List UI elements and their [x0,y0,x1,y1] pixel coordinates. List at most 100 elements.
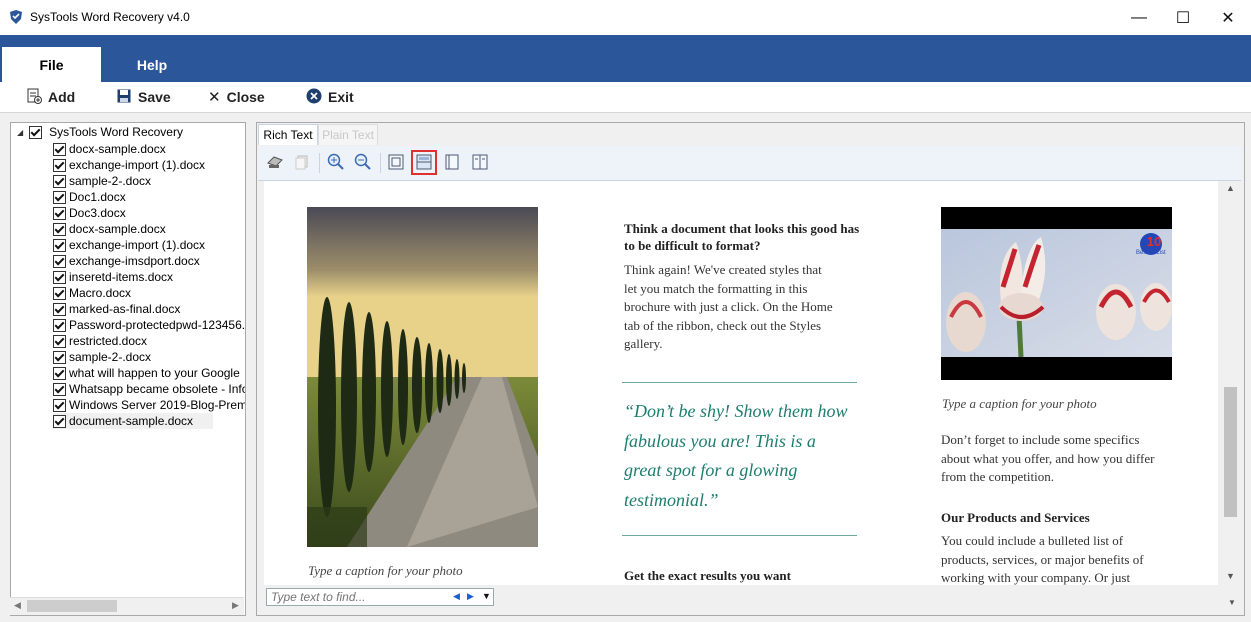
tab-help[interactable]: Help [110,47,194,82]
tab-file[interactable]: File [2,47,101,82]
find-next-icon[interactable]: ▶ [467,591,474,602]
close-window-button[interactable]: ✕ [1205,0,1251,35]
checkbox[interactable] [53,270,66,284]
checkbox[interactable] [53,254,66,268]
checkbox[interactable] [53,302,66,316]
horizontal-scrollbar[interactable]: ◀ ▶ [10,597,244,615]
checkbox[interactable] [53,366,66,380]
tree-item[interactable]: inseretd-items.docx [53,269,173,285]
tree-item[interactable]: what will happen to your Google [53,365,240,381]
checkbox[interactable] [53,318,66,332]
tree-item[interactable]: exchange-import (1).docx [53,157,205,173]
find-options-dropdown-icon[interactable]: ▼ [482,591,491,601]
tree-item-label: Doc1.docx [69,190,126,204]
checkbox[interactable] [53,382,66,396]
checkbox[interactable] [29,125,43,139]
copy-icon[interactable] [292,152,312,172]
checkbox[interactable] [53,398,66,412]
tab-rich-text[interactable]: Rich Text [258,124,318,145]
tree-item-label: docx-sample.docx [69,142,166,156]
checkbox[interactable] [53,142,66,156]
tree-item-label: exchange-import (1).docx [69,238,206,252]
photo-caption-right: Type a caption for your photo [942,396,1097,411]
tree-item[interactable]: exchange-import (1).docx [53,237,205,253]
checkbox[interactable] [53,350,66,364]
add-button[interactable]: Add [26,88,75,106]
checkbox[interactable] [53,158,66,172]
heading-exact-results: Get the exact results you want [624,568,791,583]
close-button[interactable]: ✕ Close [208,88,265,106]
tree-item[interactable]: sample-2-.docx [53,173,151,189]
close-label: Close [226,89,265,105]
command-toolbar [0,82,1251,113]
tree-item[interactable]: exchange-imsdport.docx [53,253,200,269]
body-products: You could include a bulleted list of pro… [941,533,1144,585]
exit-button[interactable]: Exit [306,88,354,106]
checkbox[interactable] [53,238,66,252]
tree-item[interactable]: docx-sample.docx [53,141,166,157]
checkbox[interactable] [53,206,66,220]
fit-width-icon[interactable] [414,152,434,172]
tree-item[interactable]: Doc3.docx [53,205,126,221]
pager-icon[interactable]: ▼ [1228,598,1236,607]
tree-item[interactable]: Windows Server 2019-Blog-Prem [53,397,245,413]
tree-root[interactable]: ◢ SysTools Word Recovery [17,124,183,140]
tree-item[interactable]: Password-protectedpwd-123456.docx [53,317,246,333]
tree-item-label: Password-protectedpwd-123456.docx [69,318,246,332]
checkbox[interactable] [53,286,66,300]
checkbox[interactable] [53,222,66,236]
tree-item-label: sample-2-.docx [69,174,152,188]
scroll-right-arrow-icon[interactable]: ▶ [232,600,239,611]
tree-item[interactable]: docx-sample.docx [53,221,166,237]
print-icon[interactable] [265,152,285,172]
scroll-up-arrow-icon[interactable]: ▲ [1226,183,1235,193]
tree-item-label: marked-as-final.docx [69,302,181,316]
tree-item[interactable]: Doc1.docx [53,189,126,205]
tree-item-label: Doc3.docx [69,206,126,220]
find-previous-icon[interactable]: ◀ [453,591,460,602]
maximize-button[interactable]: ☐ [1160,0,1206,35]
save-button[interactable]: Save [116,88,171,106]
zoom-in-icon[interactable] [326,152,346,172]
checkbox[interactable] [53,174,66,188]
scroll-thumb[interactable] [27,600,117,612]
divider-line [622,535,857,536]
collapse-arrow-icon[interactable]: ◢ [17,128,23,137]
tree-item[interactable]: document-sample.docx [53,413,214,429]
zoom-out-icon[interactable] [353,152,373,172]
tree-item-label: exchange-import (1).docx [69,158,206,172]
file-tree: ◢ SysTools Word Recovery docx-sample.doc… [10,122,246,616]
scroll-thumb[interactable] [1224,387,1237,517]
tree-item-label: Whatsapp became obsolete - Info [69,382,246,396]
tree-item[interactable]: Whatsapp became obsolete - Info [53,381,246,397]
tree-item[interactable]: Macro.docx [53,285,131,301]
body-think-again: Think again! We've created styles that l… [624,262,833,351]
document-page: Type a caption for your photo Think a do… [264,181,1218,585]
save-label: Save [138,89,171,105]
photo-caption-left: Type a caption for your photo [308,563,463,578]
tree-item[interactable]: restricted.docx [53,333,147,349]
tree-item-label: docx-sample.docx [69,222,166,236]
checkbox[interactable] [53,334,66,348]
body-specifics: Don’t forget to include some specifics a… [941,432,1155,484]
scroll-down-arrow-icon[interactable]: ▼ [1226,571,1235,581]
fit-page-icon[interactable] [386,152,406,172]
tree-item-label: inseretd-items.docx [69,270,174,284]
scroll-left-arrow-icon[interactable]: ◀ [14,600,21,611]
tab-plain-text[interactable]: Plain Text [318,124,378,145]
single-page-icon[interactable] [442,152,462,172]
tree-item[interactable]: sample-2-.docx [53,349,151,365]
photo-badge-subtitle: Best 10List [1136,250,1166,256]
checkbox[interactable] [53,190,66,204]
app-logo-icon [8,9,24,25]
photo-badge: 10 [1146,234,1162,249]
vertical-scrollbar[interactable]: ▲ ▼ [1222,181,1239,585]
checkbox[interactable] [53,414,66,428]
minimize-button[interactable]: — [1116,0,1162,35]
two-page-icon[interactable] [470,152,490,172]
tree-item[interactable]: marked-as-final.docx [53,301,180,317]
tree-item-label: sample-2-.docx [69,350,152,364]
tree-item-label: Macro.docx [69,286,132,300]
tree-item-label: document-sample.docx [69,414,194,428]
add-document-icon [26,88,42,107]
